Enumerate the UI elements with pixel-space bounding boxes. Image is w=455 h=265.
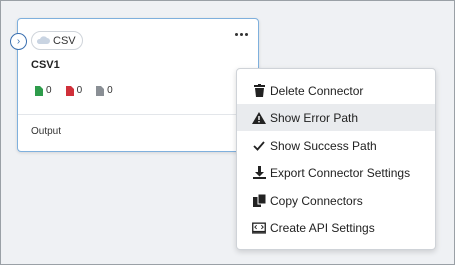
stat-success-count: 0 <box>46 85 52 96</box>
menu-item-copy-connectors[interactable]: Copy Connectors <box>237 187 435 214</box>
trash-icon <box>252 84 266 98</box>
output-label: Output <box>31 126 62 137</box>
gray-file-icon <box>96 86 105 96</box>
menu-item-show-error-path[interactable]: Show Error Path <box>237 104 435 131</box>
menu-item-label: Delete Connector <box>270 83 364 98</box>
cloud-icon <box>36 36 50 44</box>
menu-item-show-success-path[interactable]: Show Success Path <box>237 132 435 159</box>
menu-item-label: Export Connector Settings <box>270 165 411 180</box>
menu-item-delete-connector[interactable]: Delete Connector <box>237 77 435 104</box>
menu-item-label: Create API Settings <box>270 220 375 235</box>
stat-error: 0 <box>65 85 83 96</box>
download-icon <box>252 166 266 180</box>
menu-item-label: Show Success Path <box>270 138 377 153</box>
stat-pending-count: 0 <box>107 85 113 96</box>
menu-item-create-api-settings[interactable]: Create API Settings <box>237 214 435 241</box>
red-file-icon <box>65 86 74 96</box>
stat-success: 0 <box>35 85 52 96</box>
card-divider <box>18 114 258 115</box>
copy-icon <box>252 194 266 208</box>
connector-title: CSV1 <box>31 59 60 71</box>
menu-item-label: Show Error Path <box>270 110 359 125</box>
api-icon <box>252 221 266 235</box>
more-options-icon[interactable] <box>235 33 248 36</box>
stat-pending: 0 <box>96 85 113 96</box>
stat-error-count: 0 <box>76 85 83 96</box>
connector-type-badge: CSV <box>31 31 83 50</box>
connector-stats: 0 0 0 <box>35 85 113 96</box>
connector-type-label: CSV <box>53 34 76 47</box>
menu-item-label: Copy Connectors <box>270 193 363 208</box>
menu-item-export-connector-settings[interactable]: Export Connector Settings <box>237 159 435 186</box>
warning-icon <box>252 111 266 125</box>
green-file-icon <box>35 86 43 96</box>
check-icon <box>252 139 266 153</box>
connector-card[interactable]: › CSV CSV1 0 0 0 Output <box>10 18 259 152</box>
expand-chevron-icon[interactable]: › <box>10 33 27 50</box>
context-menu: Delete Connector Show Error Path Show Su… <box>236 68 436 250</box>
